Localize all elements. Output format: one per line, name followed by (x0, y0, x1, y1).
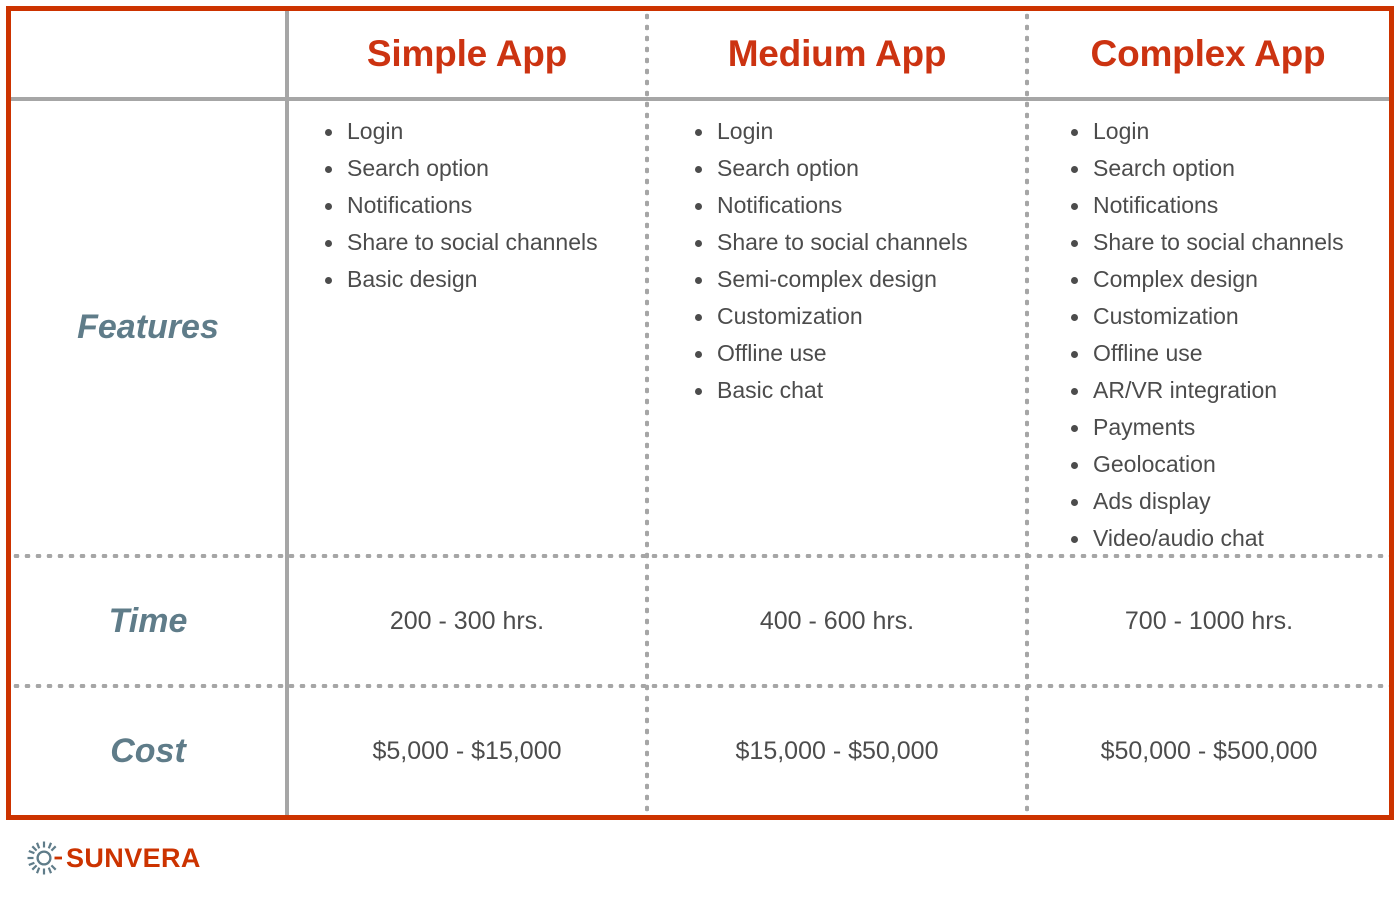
list-item: Login (691, 113, 1025, 150)
time-cell-simple-app: 200 - 300 hrs. (389, 606, 545, 635)
list-item: Share to social channels (321, 224, 645, 261)
cost-cell-complex-app: $50,000 - $500,000 (1100, 737, 1318, 765)
list-item: Complex design (1067, 261, 1389, 298)
time-cell-medium-app: 400 - 600 hrs. (759, 606, 915, 635)
list-item: Login (321, 113, 645, 150)
header-cell-row-label (11, 11, 287, 97)
list-item: Notifications (691, 187, 1025, 224)
list-item: Customization (691, 298, 1025, 335)
list-item: Geolocation (1067, 446, 1389, 483)
list-item: Search option (321, 150, 645, 187)
app-cost-comparison-table: Simple App Medium App Complex App Featur… (6, 6, 1394, 820)
table-header-row: Simple App Medium App Complex App (11, 11, 1389, 97)
list-item: Share to social channels (691, 224, 1025, 261)
features-cell-medium-app: Login Search option Notifications Share … (649, 101, 1025, 554)
feature-list-medium-app: Login Search option Notifications Share … (691, 113, 1025, 409)
list-item: Customization (1067, 298, 1389, 335)
list-item: Ads display (1067, 483, 1389, 520)
list-item: Search option (691, 150, 1025, 187)
row-label-features: Features (77, 308, 219, 346)
features-cell-simple-app: Login Search option Notifications Share … (289, 101, 645, 554)
list-item: Notifications (1067, 187, 1389, 224)
list-item: Basic design (321, 261, 645, 298)
list-item: AR/VR integration (1067, 372, 1389, 409)
brand-logo: SUNVERA (26, 840, 201, 876)
list-item: Search option (1067, 150, 1389, 187)
list-item: Notifications (321, 187, 645, 224)
comparison-table-page: Simple App Medium App Complex App Featur… (0, 0, 1400, 900)
list-item: Payments (1067, 409, 1389, 446)
header-cell-medium-app: Medium App (727, 33, 947, 74)
sun-icon (27, 841, 62, 875)
cost-cell-medium-app: $15,000 - $50,000 (735, 737, 939, 765)
list-item: Share to social channels (1067, 224, 1389, 261)
list-item: Semi-complex design (691, 261, 1025, 298)
list-item: Login (1067, 113, 1389, 150)
row-label-time: Time (108, 601, 188, 640)
list-item: Basic chat (691, 372, 1025, 409)
brand-name: SUNVERA (66, 842, 201, 873)
table-inner: Simple App Medium App Complex App Featur… (11, 11, 1389, 815)
header-cell-complex-app: Complex App (1090, 33, 1326, 74)
time-cell-complex-app: 700 - 1000 hrs. (1124, 606, 1294, 635)
features-cell-complex-app: Login Search option Notifications Share … (1029, 101, 1389, 554)
list-item: Offline use (691, 335, 1025, 372)
list-item: Video/audio chat (1067, 520, 1389, 557)
list-item: Offline use (1067, 335, 1389, 372)
header-cell-simple-app: Simple App (366, 33, 568, 74)
cost-cell-simple-app: $5,000 - $15,000 (372, 737, 562, 765)
feature-list-complex-app: Login Search option Notifications Share … (1067, 113, 1389, 557)
row-label-cost: Cost (110, 732, 186, 770)
feature-list-simple-app: Login Search option Notifications Share … (321, 113, 645, 298)
